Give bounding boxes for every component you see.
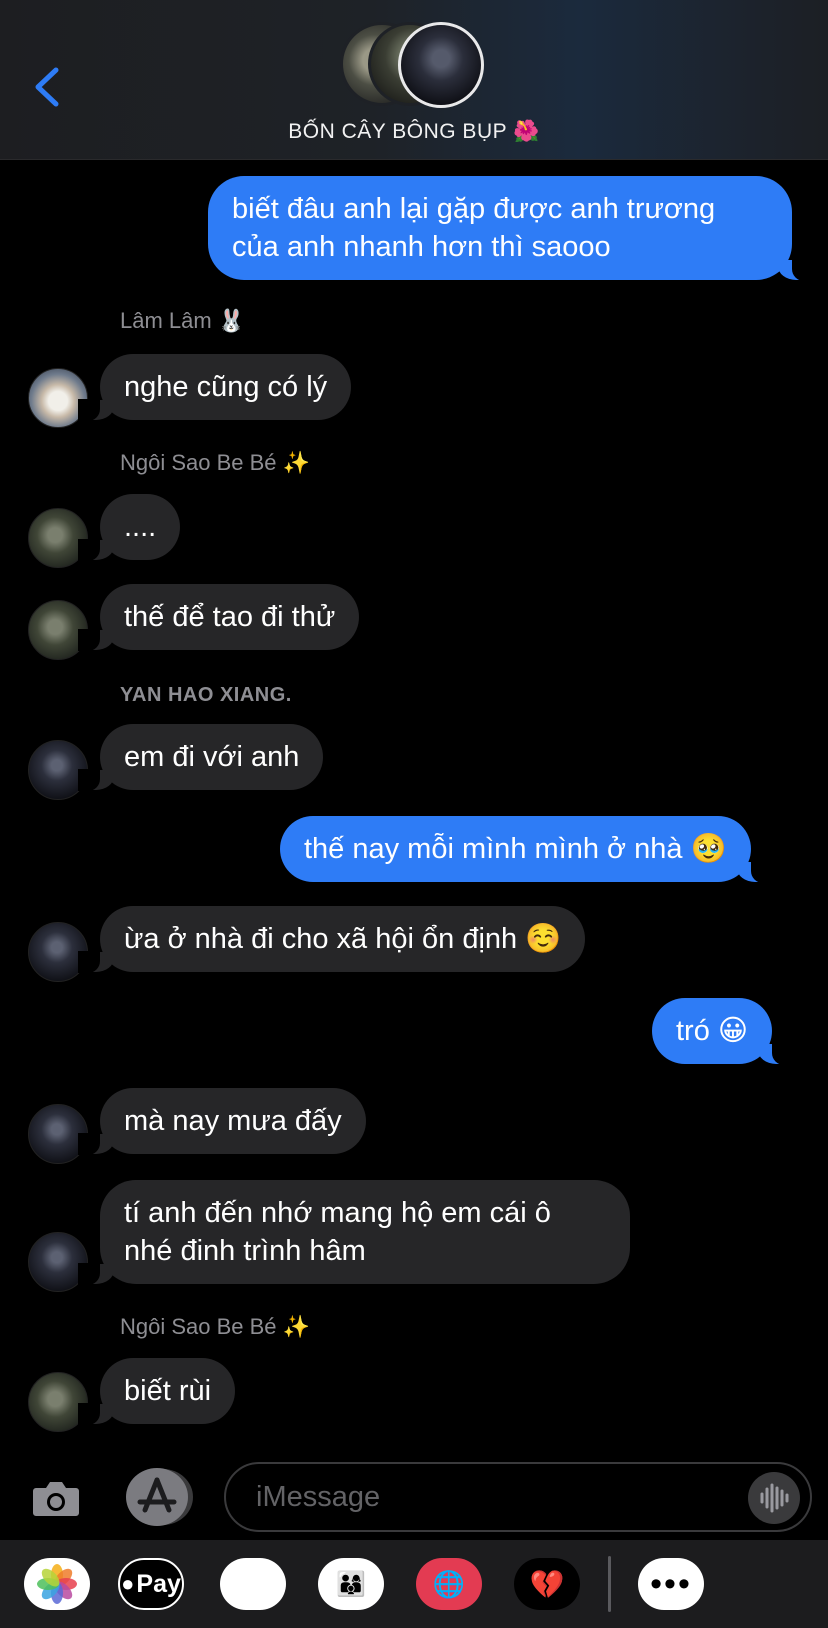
app-store-icon: [137, 1477, 177, 1513]
incoming-message[interactable]: nghe cũng có lý: [77, 354, 352, 421]
more-apps-button[interactable]: •••: [638, 1558, 704, 1610]
web-images-button[interactable]: 🌐: [416, 1558, 482, 1610]
conversation-header: BỐN CÂY BÔNG BỤP 🌺: [0, 0, 828, 160]
apps-button[interactable]: [126, 1468, 188, 1526]
memoji-stickers-icon: 👨‍👩‍👦: [336, 1570, 366, 1598]
message-text: thế nay mỗi mình mình ở nhà 🥹: [304, 833, 727, 865]
waveform-icon: [760, 1483, 789, 1513]
group-avatar: [398, 22, 484, 108]
group-avatars[interactable]: [340, 22, 490, 108]
message-text: biết rùi: [124, 1375, 212, 1407]
apple-pay-button[interactable]: ● Pay: [118, 1558, 184, 1610]
incoming-message[interactable]: mà nay mưa đấy: [78, 1088, 366, 1155]
incoming-message[interactable]: tí anh đến nhớ mang hộ em cái ô nhé đinh…: [78, 1180, 630, 1285]
photos-icon: [37, 1564, 77, 1604]
camera-button[interactable]: [30, 1472, 82, 1524]
outgoing-message[interactable]: biết đâu anh lại gặp được anh trương của…: [208, 176, 814, 281]
photos-app-button[interactable]: [24, 1558, 90, 1610]
message-text: biết đâu anh lại gặp được anh trương: [232, 193, 716, 225]
memoji-app-button[interactable]: 🐵: [220, 1558, 286, 1610]
message-text: ừa ở nhà đi cho xã hội ổn định ☺️: [124, 923, 562, 955]
sender-name: Lâm Lâm 🐰: [120, 308, 246, 333]
memoji-stickers-button[interactable]: 👨‍👩‍👦: [318, 1558, 384, 1610]
ellipsis-icon: •••: [650, 1564, 692, 1603]
apple-pay-label: Pay: [136, 1569, 181, 1598]
camera-icon: [33, 1482, 79, 1516]
incoming-message[interactable]: ừa ở nhà đi cho xã hội ổn định ☺️: [77, 906, 586, 973]
group-name[interactable]: BỐN CÂY BÔNG BỤP 🌺: [0, 120, 828, 144]
sender-name: Ngôi Sao Be Bé ✨: [120, 450, 311, 475]
sender-name: Ngôi Sao Be Bé ✨: [120, 1314, 311, 1339]
message-text: mà nay mưa đấy: [124, 1105, 342, 1137]
monkey-icon: 🐵: [235, 1567, 271, 1601]
message-text: của anh nhanh hơn thì saooo: [232, 231, 611, 263]
incoming-message[interactable]: em đi với anh: [77, 724, 324, 791]
apple-icon: ●: [121, 1571, 135, 1596]
digital-touch-button[interactable]: 💔: [514, 1558, 580, 1610]
heart-icon: 💔: [529, 1568, 565, 1600]
message-input-placeholder: iMessage: [256, 1481, 381, 1513]
message-text: thế để tao đi thử: [124, 601, 336, 633]
outgoing-message[interactable]: thế nay mỗi mình mình ở nhà 🥹: [280, 816, 773, 883]
incoming-message[interactable]: ....: [77, 494, 181, 561]
incoming-message[interactable]: biết rùi: [77, 1358, 236, 1425]
app-drawer-divider: [608, 1556, 611, 1612]
compose-bar: iMessage: [0, 1452, 828, 1542]
message-text: ....: [124, 511, 157, 543]
globe-search-icon: 🌐: [432, 1568, 466, 1599]
message-text: em đi với anh: [124, 741, 300, 773]
outgoing-message[interactable]: tró 😀: [652, 998, 795, 1065]
message-text: nhé đinh trình hâm: [124, 1235, 366, 1267]
app-drawer: ● Pay 🐵 👨‍👩‍👦 🌐 💔 •••: [0, 1540, 828, 1628]
message-text: tí anh đến nhớ mang hộ em cái ô: [124, 1197, 551, 1229]
incoming-message[interactable]: thế để tao đi thử: [77, 584, 360, 651]
message-input[interactable]: iMessage: [224, 1462, 812, 1532]
voice-button[interactable]: [748, 1472, 800, 1524]
sender-name: YAN HAO XIANG.: [120, 684, 292, 706]
back-button[interactable]: [28, 62, 68, 112]
message-text: nghe cũng có lý: [124, 371, 328, 403]
message-text: tró 😀: [676, 1015, 749, 1047]
chevron-left-icon: [35, 67, 59, 107]
